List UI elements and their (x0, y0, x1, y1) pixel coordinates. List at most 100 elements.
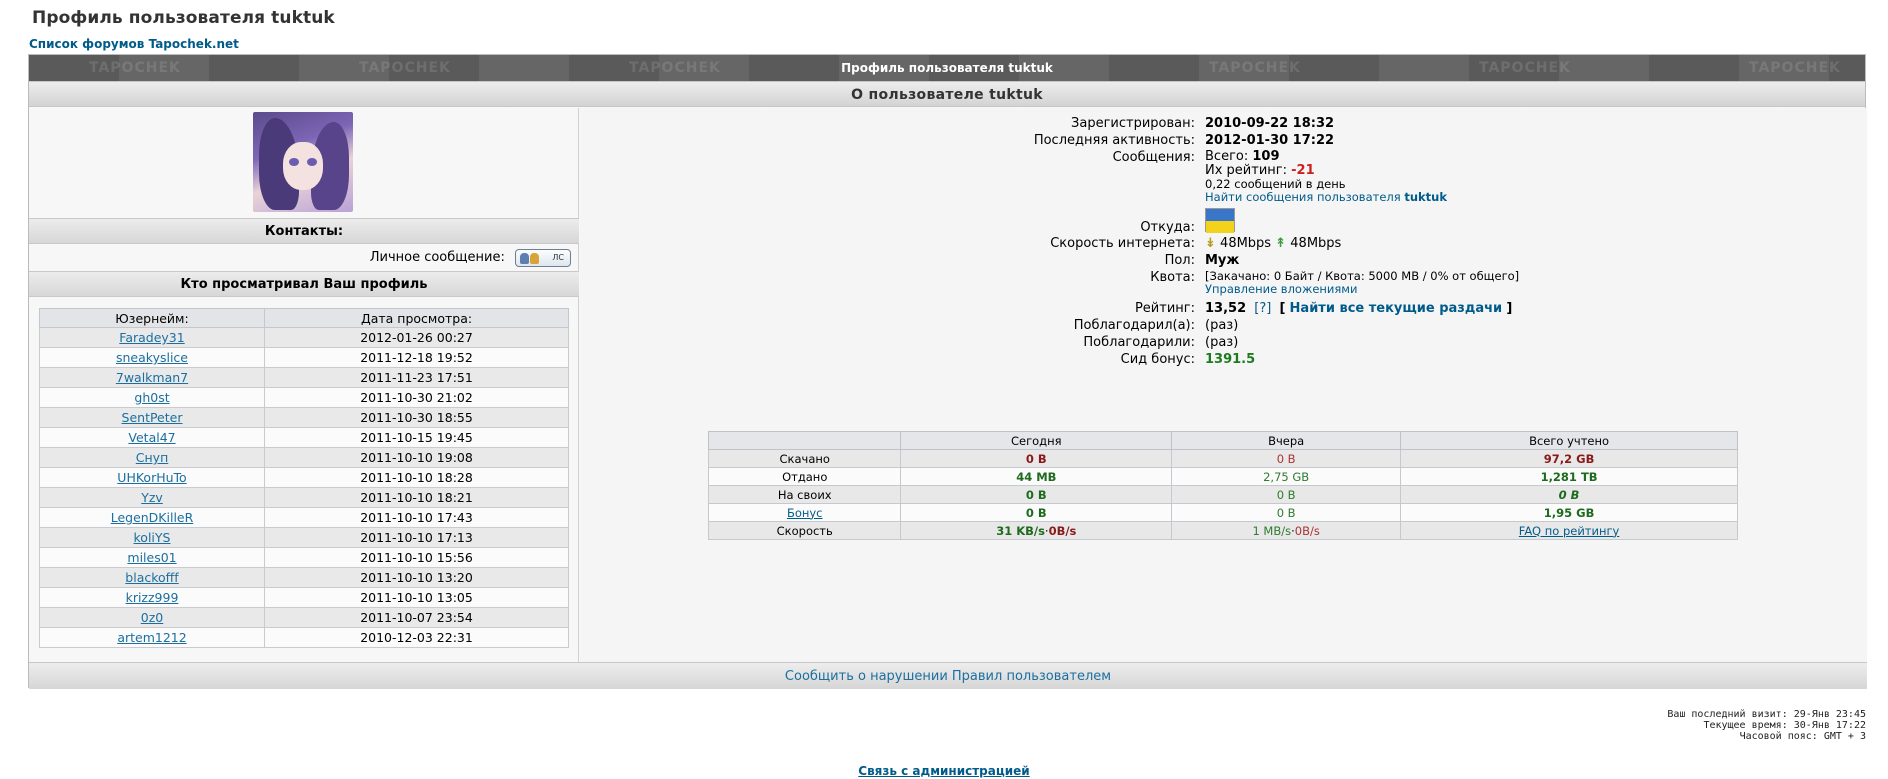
stats-header-total: Всего учтено (1400, 431, 1738, 450)
viewer-date: 2011-10-10 19:08 (264, 447, 569, 468)
speed-up: 48Mbps (1290, 236, 1342, 251)
watermark: TAPOCHEK (359, 60, 451, 76)
viewer-username-link[interactable]: artem1212 (117, 630, 186, 645)
rating-label: Их рейтинг: (1205, 163, 1287, 178)
registered-label: Зарегистрирован: (1071, 116, 1195, 131)
messages-total: 109 (1252, 149, 1280, 164)
viewer-date: 2011-10-10 13:20 (264, 567, 569, 588)
stats-row-bonus: Бонус 0 B 0 B 1,95 GB (707, 503, 1738, 522)
stats-total: 1,95 GB (1400, 503, 1738, 522)
rating-help-link[interactable]: [?] (1254, 301, 1271, 316)
seed-bonus-value: 1391.5 (1205, 352, 1256, 367)
viewer-username-link[interactable]: Снуп (136, 450, 168, 465)
viewer-date: 2011-10-10 17:13 (264, 527, 569, 548)
stats-yesterday: 0 B (1171, 485, 1402, 504)
stats-yesterday: 0 B (1171, 503, 1402, 522)
stats-row-uploaded: Отдано 44 MB 2,75 GB 1,281 TB (707, 467, 1738, 486)
stats-speed-today: 31 KB/s·0B/s (900, 521, 1173, 540)
table-row: Снуп 2011-10-10 19:08 (38, 447, 569, 468)
table-row: UHKorHuTo 2011-10-10 18:28 (38, 467, 569, 488)
viewer-username-cell: artem1212 (38, 627, 266, 648)
viewer-username-link[interactable]: LegenDKilleR (111, 510, 194, 525)
stats-today: 0 B (900, 449, 1173, 468)
attachments-link[interactable]: Управление вложениями (1205, 282, 1357, 296)
viewer-username-link[interactable]: SentPeter (122, 410, 183, 425)
table-row: Faradey31 2012-01-26 00:27 (38, 327, 569, 348)
registered-value: 2010-09-22 18:32 (1205, 116, 1335, 131)
thanked-value: (раз) (1205, 318, 1239, 333)
rating-value: -21 (1291, 163, 1315, 178)
stats-header-today: Сегодня (900, 431, 1173, 450)
viewer-date: 2011-10-30 21:02 (264, 387, 569, 408)
pm-button[interactable]: ЛС (515, 248, 571, 267)
gender-label: Пол: (1164, 253, 1195, 268)
viewer-username-cell: UHKorHuTo (38, 467, 266, 488)
stats-row-downloaded: Скачано 0 B 0 B 97,2 GB (707, 449, 1738, 468)
last-active-value: 2012-01-30 17:22 (1205, 133, 1335, 148)
quota-label: Квота: (1150, 270, 1195, 285)
viewer-username-link[interactable]: 0z0 (141, 610, 163, 625)
last-visit: Ваш последний визит: 29-Янв 23:45 (1667, 709, 1866, 720)
column-header-username: Юзернейм: (38, 308, 266, 328)
find-posts-link[interactable]: Найти сообщения пользователя tuktuk (1205, 190, 1447, 204)
watermark: TAPOCHEK (89, 60, 181, 76)
messages-label: Сообщения: (1112, 150, 1195, 165)
admin-contact-link[interactable]: Связь с администрацией (858, 764, 1029, 778)
viewer-date: 2012-01-26 00:27 (264, 327, 569, 348)
table-row: miles01 2011-10-10 15:56 (38, 547, 569, 568)
viewer-date: 2011-10-15 19:45 (264, 427, 569, 448)
watermark: TAPOCHEK (629, 60, 721, 76)
viewer-username-link[interactable]: sneakyslice (116, 350, 188, 365)
viewer-username-link[interactable]: Vetal47 (128, 430, 175, 445)
viewer-username-cell: koliYS (38, 527, 266, 548)
table-row: krizz999 2011-10-10 13:05 (38, 587, 569, 608)
viewer-username-link[interactable]: Yzv (141, 490, 163, 505)
rating-faq-link[interactable]: FAQ по рейтингу (1519, 524, 1620, 538)
viewer-username-cell: Faradey31 (38, 327, 266, 348)
stats-yesterday: 2,75 GB (1171, 467, 1402, 486)
stats-row-own: На своих 0 B 0 B 0 B (707, 485, 1738, 504)
bonus-link[interactable]: Бонус (787, 506, 823, 520)
column-header-date: Дата просмотра: (264, 308, 569, 328)
contacts-header: Контакты: (29, 218, 579, 244)
person-icon (530, 252, 539, 264)
table-row: gh0st 2011-10-30 21:02 (38, 387, 569, 408)
table-row: SentPeter 2011-10-30 18:55 (38, 407, 569, 428)
pm-row: Личное сообщение: ЛС (29, 245, 579, 271)
viewer-username-cell: SentPeter (38, 407, 266, 428)
viewers-table: Юзернейм: Дата просмотра: Faradey31 2012-… (38, 308, 569, 648)
forum-index-link[interactable]: Список форумов Tapochek.net (29, 37, 239, 51)
viewer-date: 2011-12-18 19:52 (264, 347, 569, 368)
viewer-date: 2011-10-07 23:54 (264, 607, 569, 628)
thanked-by-label: Поблагодарили: (1083, 335, 1195, 350)
viewer-username-link[interactable]: blackofff (125, 570, 178, 585)
viewer-username-cell: Снуп (38, 447, 266, 468)
table-row: koliYS 2011-10-10 17:13 (38, 527, 569, 548)
page-title: Профиль пользователя tuktuk (32, 8, 335, 28)
viewer-username-link[interactable]: UHKorHuTo (117, 470, 186, 485)
find-torrents-link[interactable]: Найти все текущие раздачи (1290, 301, 1503, 316)
viewer-username-cell: Vetal47 (38, 427, 266, 448)
viewer-username-link[interactable]: krizz999 (126, 590, 179, 605)
thanked-label: Поблагодарил(а): (1073, 318, 1195, 333)
profile-frame: TAPOCHEK TAPOCHEK TAPOCHEK TAPOCHEK TAPO… (28, 54, 1867, 689)
viewer-username-link[interactable]: koliYS (134, 530, 171, 545)
viewer-date: 2011-10-10 13:05 (264, 587, 569, 608)
viewer-username-link[interactable]: Faradey31 (119, 330, 184, 345)
viewer-username-cell: 7walkman7 (38, 367, 266, 388)
table-row: artem1212 2010-12-03 22:31 (38, 627, 569, 648)
report-user-link[interactable]: Сообщить о нарушении Правил пользователе… (785, 669, 1111, 684)
watermark: TAPOCHEK (1749, 60, 1841, 76)
table-row: Yzv 2011-10-10 18:21 (38, 487, 569, 508)
stats-total: 97,2 GB (1400, 449, 1738, 468)
person-icon (520, 252, 529, 264)
viewer-username-link[interactable]: miles01 (127, 550, 176, 565)
viewer-username-link[interactable]: 7walkman7 (116, 370, 188, 385)
stats-speed-yesterday: 1 MB/s·0B/s (1171, 521, 1402, 540)
stats-today: 0 B (900, 485, 1173, 504)
viewer-date: 2011-10-10 18:21 (264, 487, 569, 508)
profile-header-bar: TAPOCHEK TAPOCHEK TAPOCHEK TAPOCHEK TAPO… (29, 55, 1865, 81)
thanked-by-value: (раз) (1205, 335, 1239, 350)
viewer-username-link[interactable]: gh0st (134, 390, 169, 405)
viewer-username-cell: 0z0 (38, 607, 266, 628)
